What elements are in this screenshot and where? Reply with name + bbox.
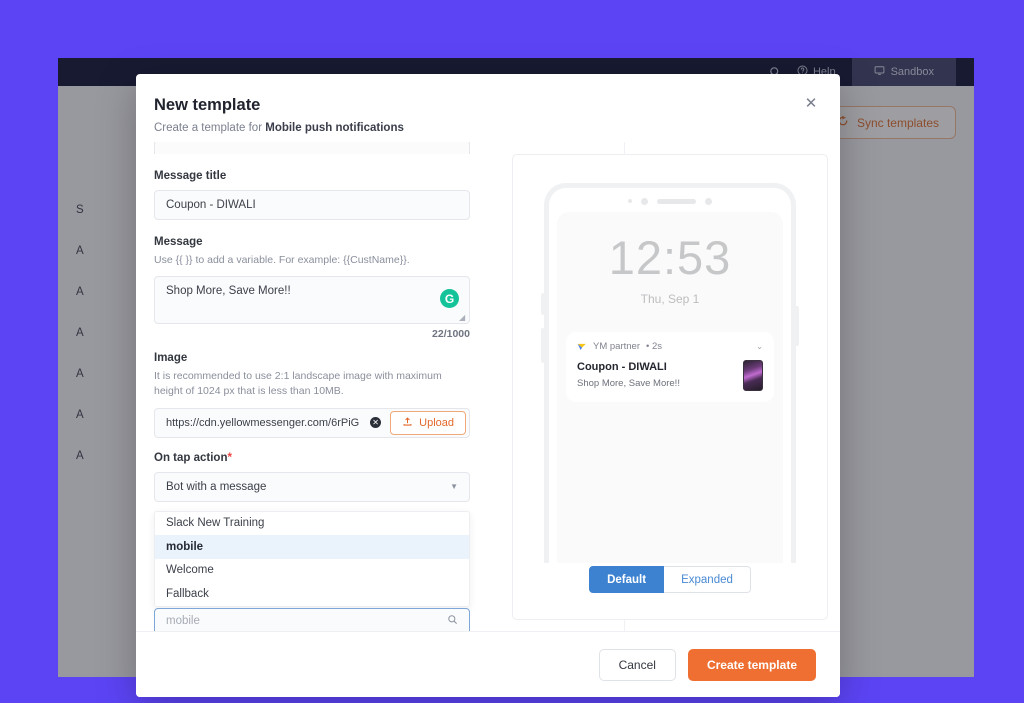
close-icon[interactable]: ✕ [800,92,822,114]
message-textarea-value: Shop More, Save More!! [166,285,291,298]
resize-handle[interactable]: ◢ [459,314,467,322]
on-tap-action-select[interactable]: Bot with a message ▼ [154,471,470,502]
preview-card: 12:53 Thu, Sep 1 YM partner • 2s ⌄ Coupo… [512,154,828,620]
chevron-down-icon[interactable]: ⌄ [756,342,763,351]
message-textarea[interactable]: Shop More, Save More!! G ◢ [154,276,470,325]
notification-time: • 2s [646,341,662,352]
new-template-modal: New template Create a template for Mobil… [136,74,840,697]
message-label: Message [154,236,203,248]
preview-mode-toggle: Default Expanded [513,566,827,593]
camera-dot [641,197,648,205]
on-tap-action-label-text: On tap action [154,451,228,464]
ym-logo-icon [577,342,587,352]
scrolled-partial-field [154,142,470,154]
template-form: Message title Coupon - DIWALI Message Us… [136,142,488,631]
upload-icon [402,416,413,430]
phone-button-left-top [541,293,545,315]
bot-options-dropdown: Slack New Training mobile Welcome Fallback [154,510,470,607]
notification-title: Coupon - DIWALI [577,361,667,373]
speaker-grill [657,198,696,204]
upload-label: Upload [419,416,454,429]
image-label: Image [154,352,188,365]
dropdown-option[interactable]: Slack New Training [155,512,469,536]
notification-card[interactable]: YM partner • 2s ⌄ Coupon - DIWALI Shop M… [566,332,774,402]
dropdown-search-input[interactable]: mobile [154,607,470,631]
image-url-input[interactable]: https://cdn.yellowmessenger.com/6rPiG [166,417,370,429]
phone-mockup: 12:53 Thu, Sep 1 YM partner • 2s ⌄ Coupo… [541,183,799,563]
notification-body: Shop More, Save More!! [577,378,680,389]
upload-button[interactable]: Upload [390,410,466,435]
modal-footer: Cancel Create template [136,631,840,697]
tab-expanded[interactable]: Expanded [664,566,751,593]
dropdown-option[interactable]: Fallback [155,582,469,606]
purple-background-frame: Help Sandbox Sync templates S A A A A A … [0,0,1024,703]
modal-header: New template Create a template for Mobil… [136,74,840,148]
page-title: New template [154,96,261,114]
modal-subtitle: Create a template for Mobile push notifi… [154,122,814,134]
image-help-text: It is recommended to use 2:1 landscape i… [154,370,442,398]
modal-subtitle-channel: Mobile push notifications [265,122,404,134]
lockscreen-clock: 12:53 [608,231,732,284]
phone-sensor-row [549,196,791,206]
cancel-button[interactable]: Cancel [598,648,676,681]
dropdown-search-placeholder: mobile [166,615,200,628]
message-field-group: Message Use {{ }} to add a variable. For… [154,236,470,340]
message-title-field-group: Message title Coupon - DIWALI [154,170,470,220]
tab-default[interactable]: Default [589,566,665,593]
notification-header: YM partner • 2s ⌄ [577,341,763,352]
on-tap-action-selected-value: Bot with a message [166,480,267,493]
search-icon [447,614,458,628]
clear-circle-icon[interactable]: ✕ [370,417,382,429]
image-url-row: https://cdn.yellowmessenger.com/6rPiG ✕ … [154,407,470,438]
grammarly-icon[interactable]: G [440,289,459,309]
on-tap-action-label: On tap action* [154,452,470,464]
message-help-text: Use {{ }} to add a variable. For example… [154,254,410,266]
dropdown-option[interactable]: mobile [155,535,469,559]
lockscreen-date: Thu, Sep 1 [640,292,700,306]
chevron-down-icon: ▼ [450,482,458,492]
sensor-dot-right [705,197,712,205]
notification-thumbnail [743,360,763,391]
on-tap-action-group: On tap action* Bot with a message ▼ Slac… [154,452,470,631]
phone-button-right [795,306,799,346]
character-counter: 22/1000 [432,328,470,341]
sensor-dot-small [628,199,632,203]
image-field-group: Image It is recommended to use 2:1 lands… [154,352,470,438]
dropdown-option[interactable]: Welcome [155,559,469,583]
preview-column: 12:53 Thu, Sep 1 YM partner • 2s ⌄ Coupo… [488,142,840,631]
create-template-button[interactable]: Create template [687,648,816,681]
modal-subtitle-prefix: Create a template for [154,122,266,134]
message-title-input[interactable]: Coupon - DIWALI [154,190,470,220]
phone-screen: 12:53 Thu, Sep 1 YM partner • 2s ⌄ Coupo… [557,212,783,563]
notification-app-name: YM partner [593,341,640,352]
phone-button-left-bottom [541,328,545,363]
modal-content: Message title Coupon - DIWALI Message Us… [136,142,840,631]
message-title-label: Message title [154,170,227,182]
required-marker: * [227,451,232,464]
